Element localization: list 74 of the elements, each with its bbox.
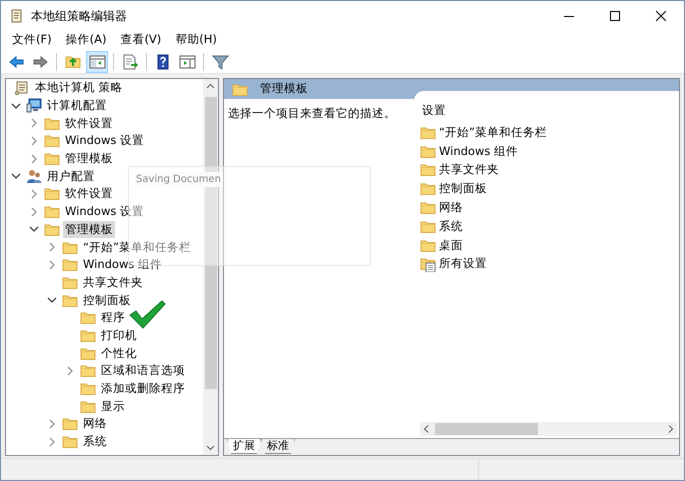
tree-item[interactable]: 控制面板 [81,292,133,309]
menu-item[interactable]: 查看(V) [113,30,168,50]
folder-icon [80,346,96,361]
tree-item[interactable]: 添加或删除程序 [99,380,187,398]
user-icon [26,168,42,184]
tree-item[interactable]: 区域和语言选项 [99,362,187,380]
folder-icon [62,292,78,308]
folder-icon [80,381,96,396]
tree-item[interactable]: 软件设置 [63,114,115,132]
description-text: 选择一个项目来查看它的描述。 [228,106,396,120]
folder-icon [44,133,60,148]
list-item[interactable]: 共享文件夹 [439,161,499,179]
folder-icon [62,240,78,255]
folder-icon [420,181,436,196]
tree-item[interactable]: Windows 设置 [63,203,146,220]
menu-item[interactable]: 文件(F) [5,30,59,50]
folder-icon [80,398,96,414]
list-item[interactable]: 所有设置 [439,255,487,273]
folder-icon [62,257,78,272]
tree-item[interactable]: 显示 [99,398,127,415]
folder-icon [420,124,436,140]
folder-icon [80,363,96,378]
list-item[interactable]: Windows 组件 [439,142,518,160]
tree-item[interactable]: 管理模板 [63,220,115,238]
tree-item[interactable]: 系统 [81,433,109,450]
horizontal-scrollbar[interactable] [420,422,677,436]
dialog-title: Saving Documen [134,172,223,187]
tree-item[interactable]: 软件设置 [63,185,115,202]
list-item[interactable]: 控制面板 [439,180,487,198]
window-title: 本地组策略编辑器 [31,8,127,24]
pane-title: 管理模板 [260,80,308,98]
tree-item[interactable]: “开始”菜单和任务栏 [81,238,193,256]
folder-icon [44,116,60,131]
folder-icon [62,416,78,432]
scroll-thumb[interactable] [435,423,538,435]
tree-item[interactable]: 个性化 [99,344,139,362]
menu-item[interactable]: 操作(A) [58,30,114,50]
folder-icon [420,162,436,178]
tree-item[interactable]: 计算机配置 [45,97,109,114]
tree-item[interactable]: 管理模板 [63,150,115,168]
list-item[interactable]: 系统 [439,218,463,235]
list-item[interactable]: 网络 [439,198,463,216]
policy-icon [14,80,30,96]
folder-icon [420,144,436,159]
tree-item[interactable]: Windows 组件 [81,256,164,274]
tree-item[interactable]: 本地计算机 策略 [33,79,125,96]
folder-icon [44,204,60,220]
folder-icon [420,200,436,216]
settings-list-icon [420,256,436,272]
folder-icon [62,434,78,450]
folder-icon [44,151,60,166]
tree-item[interactable]: 网络 [81,415,109,432]
view-tab[interactable]: 扩展 [227,439,261,454]
tree-item[interactable]: 打印机 [99,326,139,344]
folder-icon [420,218,436,234]
tree-item[interactable]: Windows 设置 [63,132,146,150]
folder-icon [62,274,78,290]
tree-item[interactable]: 共享文件夹 [81,274,145,291]
tree-item[interactable]: 程序 [99,309,127,326]
computer-icon [26,98,42,114]
folder-icon [44,186,60,202]
folder-icon [44,222,60,237]
folder-icon [80,310,96,326]
view-tab[interactable]: 标准 [261,439,295,454]
maximize-icon[interactable] [610,10,620,20]
folder-icon [80,328,96,343]
menu-item[interactable]: 帮助(H) [168,30,224,50]
folder-icon [232,82,248,96]
close-icon[interactable] [656,10,666,20]
folder-icon [420,238,436,253]
tree-item[interactable]: 用户配置 [45,168,97,185]
column-header[interactable]: 设置 [420,101,679,121]
list-item[interactable]: “开始”菜单和任务栏 [439,124,547,142]
list-item[interactable]: 桌面 [439,236,463,254]
